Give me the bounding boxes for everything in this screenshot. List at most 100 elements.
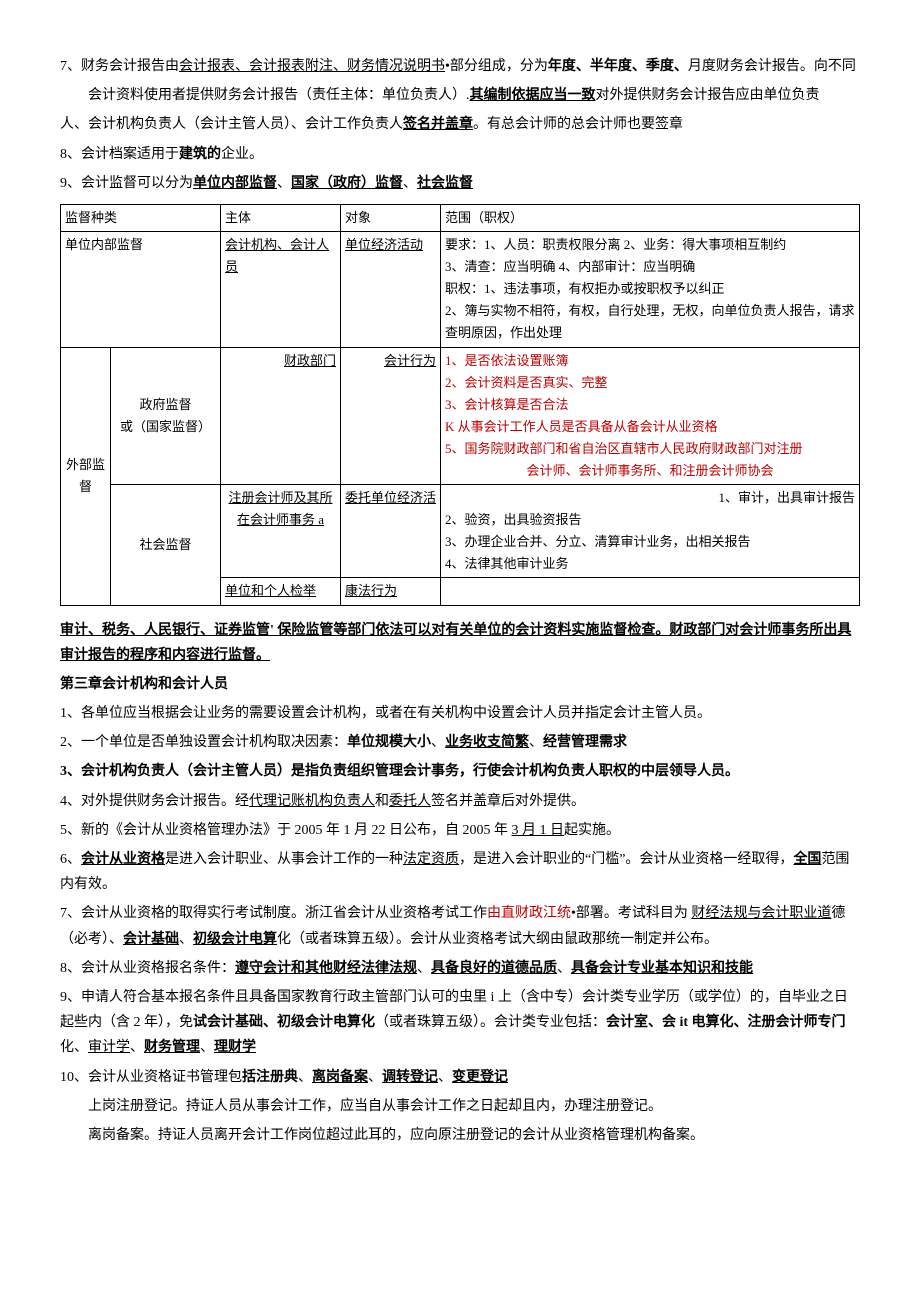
cell-internal-scope: 要求：1、人员：职责权限分离 2、业务：得大事项相互制约 3、清查：应当明确 4…: [441, 232, 860, 347]
c3p2-pre: 2、一个单位是否单独设置会计机构取决因素：: [60, 735, 347, 750]
c3p10-u3: 变更登记: [452, 1070, 508, 1085]
c3p10-b1: 括注册典: [242, 1070, 298, 1085]
c3p5-u: 3 月 1 日: [512, 823, 565, 838]
cell-soc-subject: 注册会计师及其所在会计师事务 a: [221, 485, 341, 578]
c3p9-u2: 财务管理: [144, 1040, 200, 1055]
c3p7-mid: •部署。考试科目为: [571, 906, 691, 921]
p9-pre: 9、会计监督可以分为: [60, 176, 193, 191]
p7-mid2: 月度财务会计报告。向不同: [688, 59, 856, 74]
p7-u2: 签名并盖章: [403, 117, 473, 132]
c3p6-pre: 6、: [60, 852, 81, 867]
cell-report-scope: [441, 578, 860, 605]
c3p5-post: 起实施。: [564, 823, 620, 838]
cell-internal-subject: 会计机构、会计人员: [221, 232, 341, 347]
cell-soc-scope: 1、审计，出具审计报告2、验资，出具验资报告3、办理企业合并、分立、清算审计业务…: [441, 485, 860, 578]
p7-lead: 7、财务会计报告由: [60, 59, 179, 74]
p9-u1: 单位内部监督: [193, 176, 277, 191]
chapter3-title: 第三章会计机构和会计人员: [60, 672, 860, 697]
c3p4-mid: 和: [375, 794, 389, 809]
c3p7: 7、会计从业资格的取得实行考试制度。浙江省会计从业资格考试工作由直财政江统•部署…: [60, 901, 860, 951]
c3p5: 5、新的《会计从业资格管理办法》于 2005 年 1 月 22 日公布，自 20…: [60, 818, 860, 843]
cell-internal-object-u: 单位经济活动: [345, 237, 423, 252]
cell-soc-object: 委托单位经济活: [341, 485, 441, 578]
c3p9-s2: 、: [200, 1040, 214, 1055]
supervision-table: 监督种类 主体 对象 范围（职权） 单位内部监督 会计机构、会计人员 单位经济活…: [60, 204, 860, 606]
c3p7-pre: 7、会计从业资格的取得实行考试制度。浙江省会计从业资格考试工作: [60, 906, 487, 921]
c3p4-u1: 代理记账机构负责人: [249, 794, 375, 809]
cell-soc-object-u: 委托单位经济活: [345, 490, 436, 505]
c3p1: 1、各单位应当根据会让业务的需要设置会计机构，或者在有关机构中设置会计人员并指定…: [60, 701, 860, 726]
c3p10-u1: 离岗备案: [312, 1070, 368, 1085]
c3p3: 3、会计机构负责人（会计主管人员）是指负责组织管理会计事务，行使会计机构负责人职…: [60, 759, 860, 784]
p9-s1: 、: [277, 176, 291, 191]
p9-s2: 、: [403, 176, 417, 191]
hdr-scope: 范围（职权）: [441, 204, 860, 231]
c3p10-u2: 调转登记: [382, 1070, 438, 1085]
p7-l2a: 会计资料使用者提供财务会计报告（责任主体：单位负责人）.: [88, 88, 470, 103]
cell-gov-object-u: 会计行为: [384, 353, 436, 368]
c3p10-s1: 、: [298, 1070, 312, 1085]
para-7-line3: 人、会计机构负责人（会计主管人员）、会计工作负责人签名并盖章。有总会计师的总会计…: [60, 112, 860, 137]
c3p8: 8、会计从业资格报名条件：遵守会计和其他财经法律法规、具备良好的道德品质、具备会…: [60, 956, 860, 981]
c3p2-u1: 业务收支简繁: [445, 735, 529, 750]
cell-report-subject: 单位和个人检举: [221, 578, 341, 605]
c3p8-u3: 具备会计专业基本知识和技能: [571, 961, 753, 976]
p7-b1: 年度、半年度、季度、: [548, 59, 688, 74]
c3p9-u3: 理财学: [214, 1040, 256, 1055]
c3p2-s1: 、: [431, 735, 445, 750]
gov-scope-l3: 3、会计核算是否合法: [445, 394, 855, 416]
c3p9-mid: （或者珠算五级）。会计类专业包括：: [375, 1015, 606, 1030]
cell-external-label: 外部监督: [61, 347, 111, 605]
cell-internal-subject-u: 会计机构、会计人员: [225, 237, 329, 274]
p9-u3: 社会监督: [417, 176, 473, 191]
para-8: 8、会计档案适用于建筑的企业。: [60, 142, 860, 167]
c3p10-s3: 、: [438, 1070, 452, 1085]
c3p2-b2: 经营管理需求: [543, 735, 627, 750]
p9-u2: 国家（政府）监督: [291, 176, 403, 191]
para-7-line2: 会计资料使用者提供财务会计报告（责任主体：单位负责人）.其编制依据应当一致对外提…: [60, 83, 860, 108]
c3p10-s2: 、: [368, 1070, 382, 1085]
c3p2-s2: 、: [529, 735, 543, 750]
gov-scope-l6: 会计师、会计师事务所、和注册会计师协会: [445, 460, 855, 482]
c3p9-p1: 化、: [60, 1040, 88, 1055]
row-social: 社会监督 注册会计师及其所在会计师事务 a 委托单位经济活 1、审计，出具审计报…: [61, 485, 860, 578]
p8-post: 企业。: [221, 147, 263, 162]
c3p6-u2: 法定资质: [403, 852, 459, 867]
c3p9: 9、申请人符合基本报名条件且具备国家教育行政主管部门认可的虫里 i 上（含中专）…: [60, 985, 860, 1061]
c3p4-pre: 4、对外提供财务会计报告。经: [60, 794, 249, 809]
c3p8-pre: 8、会计从业资格报名条件：: [60, 961, 235, 976]
c3p7-u2: 会计基础: [123, 932, 179, 947]
c3p7-red: 由直财政江统: [487, 906, 571, 921]
c3p7-u1: 财经法规与会计职业道: [691, 906, 831, 921]
c3p9-s1: 、: [130, 1040, 144, 1055]
cell-report-object-u: 康法行为: [345, 583, 397, 598]
cell-gov-subject-u: 财政部门: [284, 353, 336, 368]
c3p9-b1: 试会计基础、初级会计电算化: [193, 1015, 375, 1030]
cell-gov-object: 会计行为: [341, 347, 441, 485]
cell-gov-label: 政府监督 或（国家监督）: [111, 347, 221, 485]
p7-u1: 会计报表、会计报表附注、财务情况说明书: [179, 59, 445, 74]
hdr-object: 对象: [341, 204, 441, 231]
cell-soc-subject-u: 注册会计师及其所在会计师事务 a: [229, 490, 333, 527]
p7-l3a: 人、会计机构负责人（会计主管人员）、会计工作负责人: [60, 117, 403, 132]
p8-b: 建筑的: [179, 147, 221, 162]
c3p7-s: 、: [179, 932, 193, 947]
cell-report-object: 康法行为: [341, 578, 441, 605]
c3p8-u2: 具备良好的道德品质: [431, 961, 557, 976]
c3p10: 10、会计从业资格证书管理包括注册典、离岗备案、调转登记、变更登记: [60, 1065, 860, 1090]
c3p8-u1: 遵守会计和其他财经法律法规: [235, 961, 417, 976]
c3p6-u1: 会计从业资格: [81, 852, 165, 867]
table-header-row: 监督种类 主体 对象 范围（职权）: [61, 204, 860, 231]
c3p8-s1: 、: [417, 961, 431, 976]
c3p2-b1: 单位规模大小: [347, 735, 431, 750]
c3p10-sub1: 上岗注册登记。持证人员从事会计工作，应当自从事会计工作之日起却且内，办理注册登记…: [60, 1094, 860, 1119]
row-gov: 外部监督 政府监督 或（国家监督） 财政部门 会计行为 1、是否依法设置账簿 2…: [61, 347, 860, 485]
gov-scope-l5: 5、国务院财政部门和省自治区直辖市人民政府财政部门对注册: [445, 438, 855, 460]
gov-scope-l2: 2、会计资料是否真实、完整: [445, 372, 855, 394]
c3p4-u2: 委托人: [389, 794, 431, 809]
c3p6: 6、会计从业资格是进入会计职业、从事会计工作的一种法定资质，是进入会计职业的“门…: [60, 847, 860, 897]
c3p4: 4、对外提供财务会计报告。经代理记账机构负责人和委托人签名并盖章后对外提供。: [60, 789, 860, 814]
hdr-type: 监督种类: [61, 204, 221, 231]
cell-gov-subject: 财政部门: [221, 347, 341, 485]
c3p6-u3: 全国: [793, 852, 821, 867]
